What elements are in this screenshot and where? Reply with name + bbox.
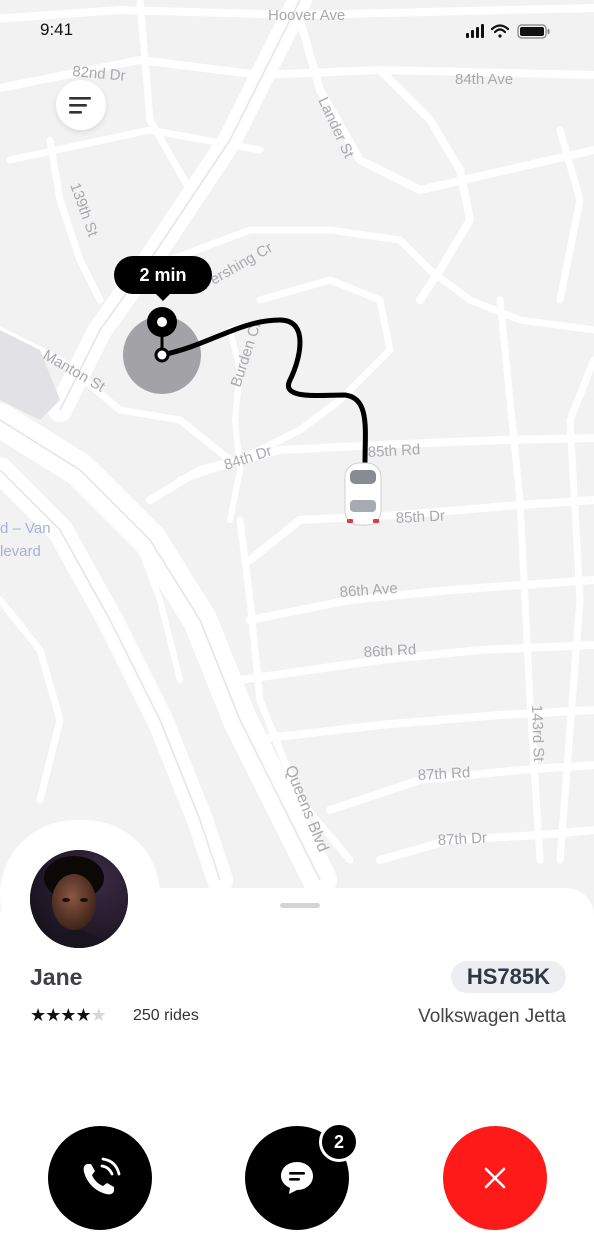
car-icon[interactable] — [344, 462, 382, 526]
chat-unread-badge: 2 — [319, 1122, 359, 1162]
menu-icon — [69, 97, 91, 114]
status-icons — [466, 22, 560, 45]
car-model: Volkswagen Jetta — [418, 1006, 566, 1027]
battery-icon — [517, 24, 550, 39]
close-icon — [484, 1167, 506, 1189]
status-time: 9:41 — [40, 20, 74, 39]
star-icon: ★ — [60, 1005, 76, 1025]
street-van-blvd-2: levard — [0, 543, 41, 560]
status-bar: 9:41 — [0, 18, 594, 42]
sheet-drag-handle[interactable] — [280, 903, 320, 908]
wifi-icon — [490, 24, 510, 38]
cancel-ride-button[interactable] — [443, 1126, 547, 1230]
street-86th-rd: 86th Rd — [363, 641, 416, 661]
street-84th-dr: 84th Dr — [222, 442, 274, 473]
eta-bubble: 2 min — [114, 256, 212, 301]
license-plate: HS785K — [450, 961, 566, 993]
street-87th-dr: 87th Dr — [437, 829, 487, 849]
road-network — [0, 0, 594, 864]
driver-rating: ★★★★★ — [30, 1005, 107, 1026]
signal-icon — [466, 24, 484, 38]
street-87th-rd: 87th Rd — [417, 764, 470, 784]
route-origin-dot — [154, 347, 170, 363]
street-85th-rd: 85th Rd — [367, 441, 420, 461]
driver-avatar — [30, 850, 128, 948]
star-icon: ★ — [90, 1005, 107, 1025]
menu-button[interactable] — [56, 80, 106, 130]
street-lander: Lander St — [314, 95, 357, 162]
star-icon: ★ — [30, 1005, 46, 1025]
street-84th-ave: 84th Ave — [455, 71, 513, 88]
street-143rd: 143rd St — [528, 705, 547, 763]
star-icon: ★ — [45, 1005, 61, 1025]
street-van-blvd-1: d – Van — [0, 520, 51, 537]
chat-icon — [281, 1162, 313, 1194]
phone-icon — [83, 1157, 121, 1195]
driver-name: Jane — [30, 964, 83, 990]
star-icon: ★ — [75, 1005, 91, 1025]
pickup-pin-icon[interactable] — [147, 307, 177, 337]
call-button[interactable] — [48, 1126, 152, 1230]
driver-rides: 250 rides — [133, 1007, 199, 1024]
street-85th-dr: 85th Dr — [395, 507, 445, 527]
ride-tracking-screen: Hoover Ave 82nd Dr 84th Ave Lander St 13… — [0, 0, 594, 1240]
